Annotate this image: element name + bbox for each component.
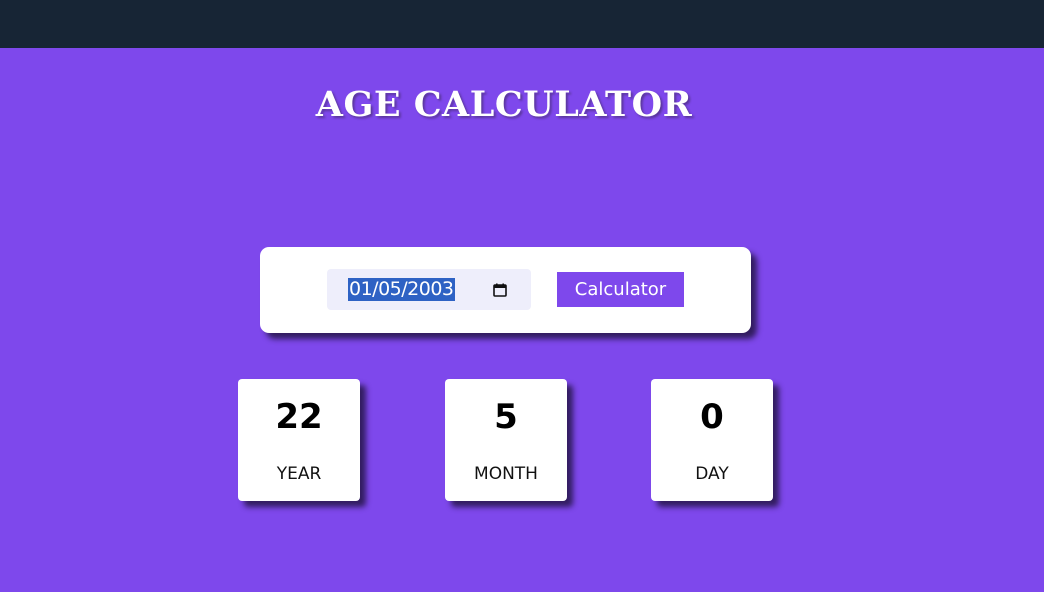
calendar-icon[interactable] xyxy=(493,282,507,297)
calculate-button[interactable]: Calculator xyxy=(557,272,684,307)
birth-date-input[interactable]: 01/05/2003 xyxy=(327,269,531,310)
days-result-card: 0 DAY xyxy=(651,379,773,501)
years-label: YEAR xyxy=(276,464,322,484)
days-value: 0 xyxy=(700,397,724,437)
birth-date-value[interactable]: 01/05/2003 xyxy=(348,278,455,301)
months-result-card: 5 MONTH xyxy=(445,379,567,501)
days-label: DAY xyxy=(695,464,729,484)
page-title: AGE CALCULATOR xyxy=(315,84,693,125)
years-result-card: 22 YEAR xyxy=(238,379,360,501)
months-value: 5 xyxy=(494,397,518,437)
date-form-card: 01/05/2003 Calculator xyxy=(260,247,751,333)
top-bar xyxy=(0,0,1044,48)
years-value: 22 xyxy=(275,397,323,437)
months-label: MONTH xyxy=(474,464,538,484)
